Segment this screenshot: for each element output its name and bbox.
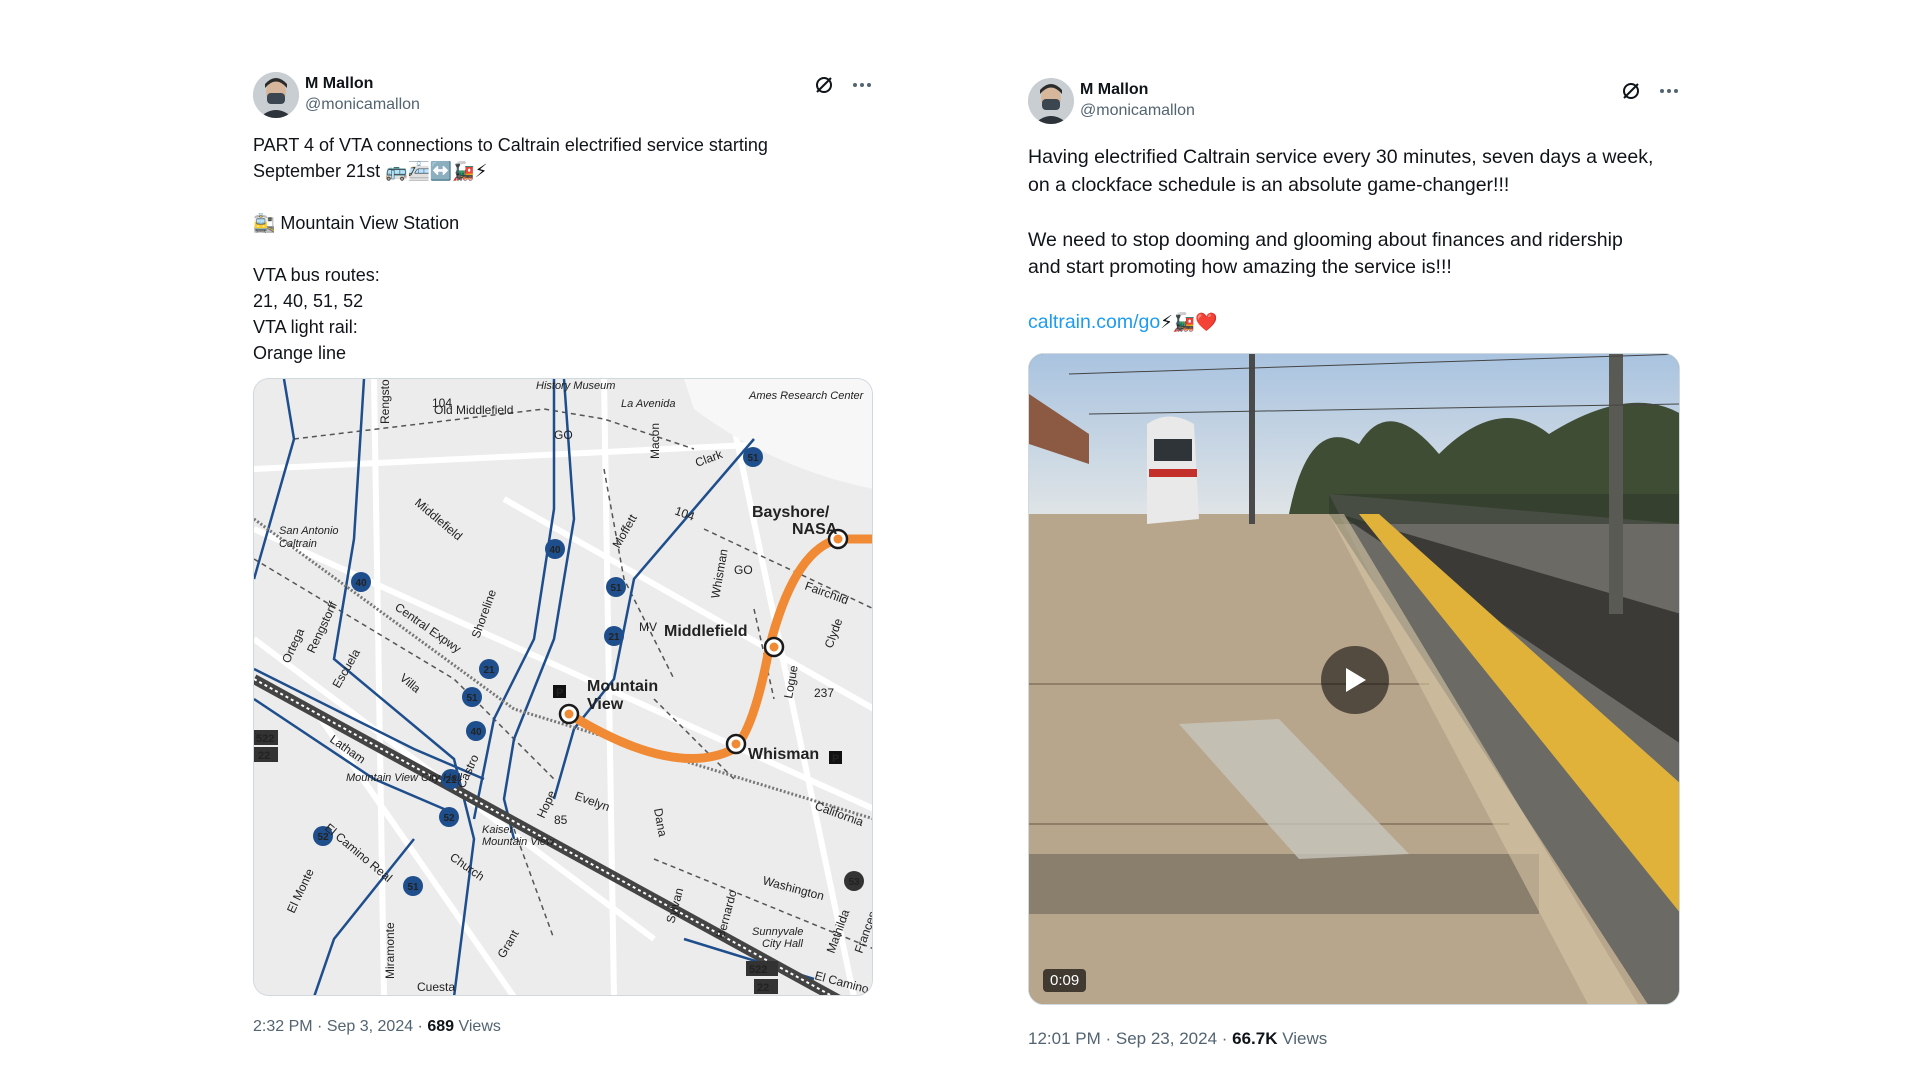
route-badge: 51 [466, 693, 478, 704]
route-badge: 40 [355, 578, 367, 589]
map-label: Ames Research Center [748, 390, 865, 402]
station-label: Middlefield [664, 623, 748, 640]
map-label: Rengstorff [378, 379, 392, 424]
author-handle[interactable]: @monicamallon [1080, 100, 1195, 121]
views-label: Views [458, 1018, 501, 1035]
views-count: 689 [427, 1018, 455, 1035]
text-line: and start promoting how amazing the serv… [1028, 256, 1452, 278]
route-badge: 51 [407, 882, 419, 893]
parking-sign: P [556, 687, 563, 699]
more-icon[interactable] [1658, 80, 1680, 102]
text-line: on a clockface schedule is an absolute g… [1028, 173, 1510, 196]
author-name[interactable]: M Mallon [1080, 80, 1195, 100]
map-label: 104 [432, 396, 452, 410]
map-label: Mountain View City Hall [346, 772, 463, 784]
tweet-text: Having electrified Caltrain service ever… [1028, 144, 1680, 337]
avatar[interactable] [253, 72, 299, 118]
route-badge: 522 [749, 964, 767, 976]
text-line: PART 4 of VTA connections to Caltrain el… [253, 135, 768, 155]
text-line: 21, 40, 51, 52 [253, 291, 364, 311]
route-badge: 40 [470, 727, 482, 738]
station-label: Mountain [587, 678, 658, 695]
transit-map-image[interactable]: 40 40 51 21 21 51 40 21 52 52 51 51 53 5… [253, 378, 873, 996]
map-label: 85 [554, 813, 568, 827]
map-label: History Museum [536, 380, 615, 392]
text-line: VTA bus routes: [253, 265, 380, 285]
tweet-1: M Mallon @monicamallon PART 4 of VTA con… [253, 70, 873, 1036]
map-label: Sunnyvale [752, 926, 803, 938]
route-badge: 22 [258, 750, 270, 762]
tweet-header: M Mallon @monicamallon [1028, 76, 1680, 128]
play-button[interactable] [1321, 645, 1389, 714]
play-icon [1346, 667, 1366, 692]
grok-icon[interactable] [813, 74, 835, 96]
map-label: 237 [814, 686, 834, 700]
parking-sign: P [832, 753, 839, 765]
route-badge: 51 [610, 583, 622, 594]
map-label: GO [554, 428, 573, 442]
map-label: La Avenida [621, 398, 675, 410]
route-badge: 40 [549, 545, 561, 556]
route-badge: 21 [608, 632, 620, 643]
map-label: Mountain View [482, 836, 555, 848]
link-line: caltrain.com/go⚡🚂❤️ [1028, 309, 1680, 337]
tweet-date[interactable]: Sep 23, 2024 [1116, 1029, 1217, 1048]
text-line: We need to stop dooming and glooming abo… [1028, 228, 1623, 251]
route-badge: 53 [848, 877, 860, 888]
map-label: Caltrain [279, 538, 317, 550]
route-badge: 21 [483, 665, 495, 676]
text-line: Having electrified Caltrain service ever… [1028, 146, 1654, 168]
author-handle[interactable]: @monicamallon [305, 94, 420, 115]
tweet-time[interactable]: 2:32 PM [253, 1018, 313, 1035]
text-line [253, 236, 873, 262]
route-badge: 52 [443, 813, 455, 824]
tweet-2: M Mallon @monicamallon Having electrifie… [1028, 76, 1680, 1049]
map-label: Cuesta [417, 980, 455, 994]
station-label: NASA [792, 521, 838, 538]
author-name[interactable]: M Mallon [305, 74, 420, 94]
tweet-meta: 12:01 PM · Sep 23, 2024 · 66.7K Views [1028, 1028, 1328, 1048]
video-duration: 0:09 [1043, 968, 1087, 992]
station-label: Bayshore/ [752, 504, 830, 521]
views-count: 66.7K [1232, 1028, 1278, 1048]
route-badge: 51 [747, 453, 759, 464]
tweet-header: M Mallon @monicamallon [253, 70, 873, 122]
station-label: Whisman [748, 746, 819, 763]
text-line: VTA light rail: [253, 317, 358, 337]
text-line: September 21st 🚌🚈↔️🚂⚡ [253, 161, 488, 181]
grok-icon[interactable] [1620, 80, 1642, 102]
link-emoji: ⚡🚂❤️ [1160, 312, 1218, 333]
avatar-image [253, 72, 299, 118]
map-label: Kaiser [482, 824, 515, 836]
transit-map: 40 40 51 21 21 51 40 21 52 52 51 51 53 5… [254, 379, 872, 995]
route-badge: 522 [256, 733, 274, 745]
map-label: San Antonio [279, 525, 339, 537]
station-label: View [587, 696, 624, 713]
text-line: Orange line [253, 343, 347, 363]
avatar[interactable] [1028, 78, 1074, 124]
more-icon[interactable] [851, 74, 873, 96]
map-label: Macon [648, 423, 662, 459]
tweet-text: PART 4 of VTA connections to Caltrain el… [253, 132, 873, 366]
caltrain-link[interactable]: caltrain.com/go [1028, 311, 1160, 333]
route-badge: 22 [757, 982, 769, 994]
text-line [253, 184, 873, 210]
map-label: Miramonte [383, 922, 397, 979]
tweet-meta: 2:32 PM · Sep 3, 2024 · 689 Views [253, 1018, 501, 1035]
map-label: GO [734, 563, 753, 577]
tweet-time[interactable]: 12:01 PM [1028, 1029, 1101, 1048]
avatar-image [1028, 78, 1074, 124]
views-label: Views [1282, 1028, 1328, 1048]
video-player[interactable]: 0:09 [1028, 352, 1680, 1005]
map-label: MV [639, 620, 657, 634]
text-line: 🚉 Mountain View Station [253, 213, 460, 233]
tweet-date[interactable]: Sep 3, 2024 [327, 1018, 413, 1035]
map-label: City Hall [762, 938, 804, 950]
